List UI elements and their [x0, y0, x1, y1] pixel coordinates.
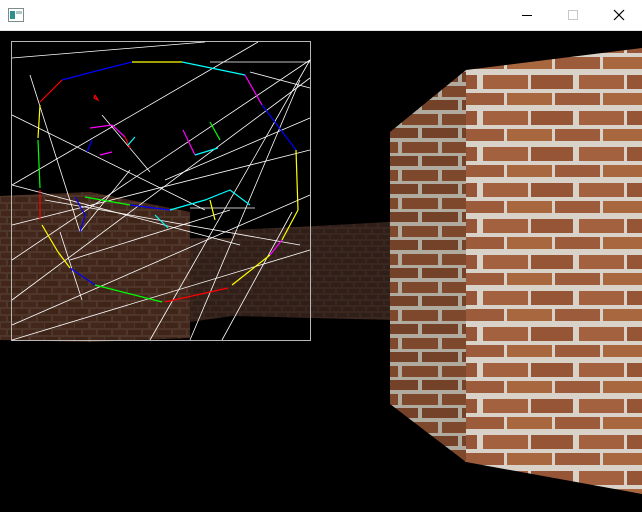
close-icon [613, 9, 625, 21]
maximize-icon [568, 10, 578, 20]
title-bar[interactable] [0, 0, 642, 31]
minimize-button[interactable] [504, 0, 550, 30]
game-viewport[interactable] [0, 31, 642, 512]
close-button[interactable] [596, 0, 642, 30]
maximize-button[interactable] [550, 0, 596, 30]
right-wall-front [466, 48, 642, 494]
scene-canvas [0, 31, 642, 512]
minimize-icon [522, 15, 532, 16]
app-icon [8, 8, 24, 22]
game-window [0, 0, 642, 512]
